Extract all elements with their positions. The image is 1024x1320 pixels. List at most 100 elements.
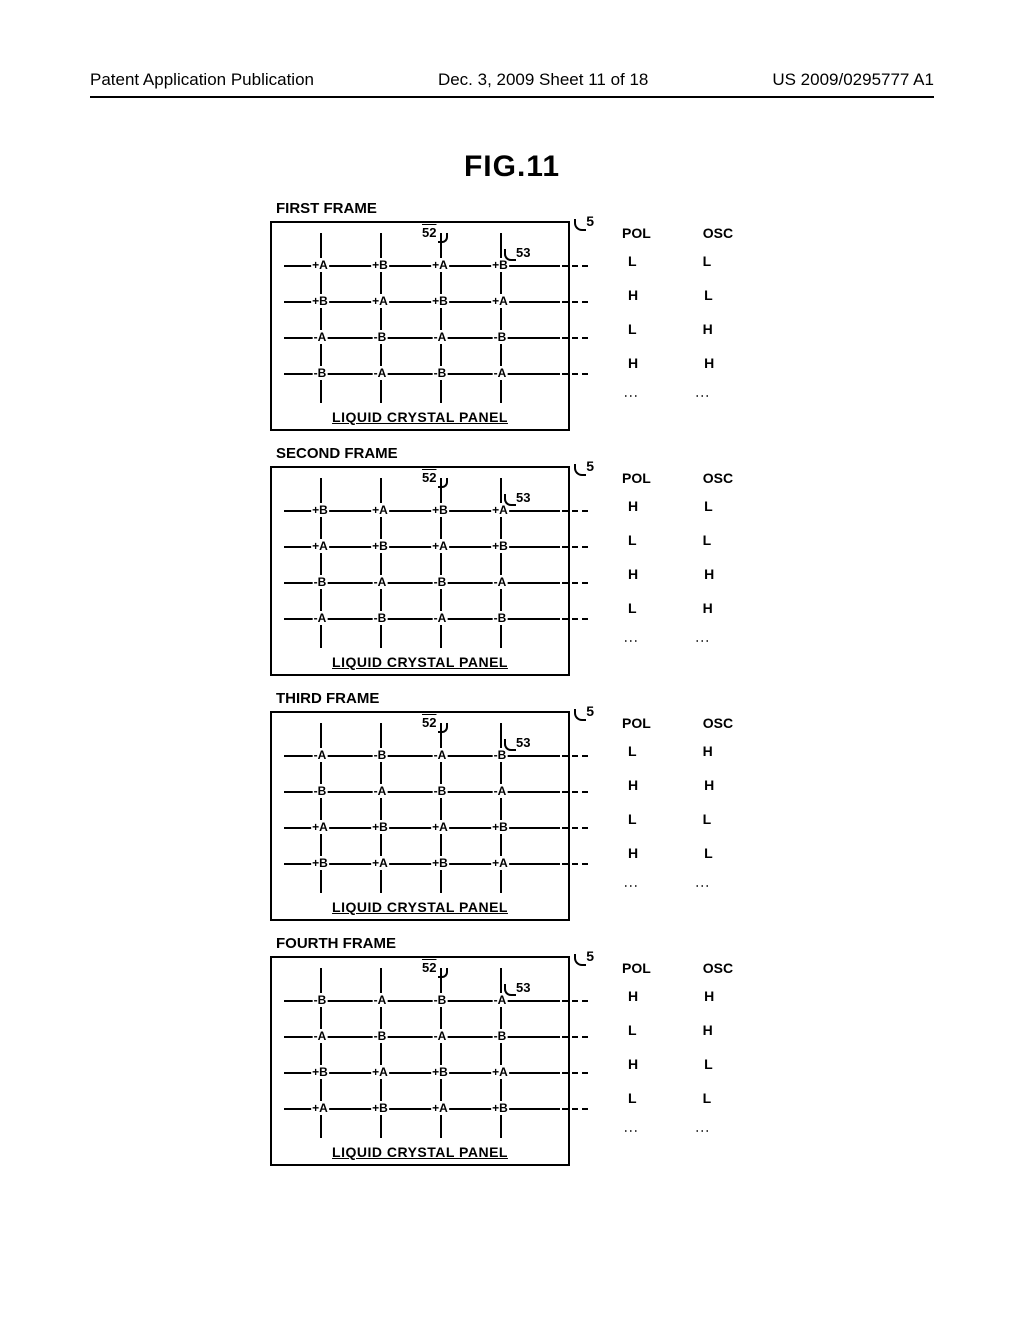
grid-cell: +B <box>371 820 389 834</box>
grid-cell: +B <box>371 539 389 553</box>
pol-header: POL <box>622 960 651 976</box>
osc-value: L <box>703 1090 712 1106</box>
grid-cell: +A <box>431 820 449 834</box>
grid-cell: -A <box>433 748 448 762</box>
grid-cell: -A <box>433 611 448 625</box>
grid-cell: -B <box>493 1029 508 1043</box>
panel-caption: LIQUID CRYSTAL PANEL <box>272 409 568 425</box>
pol-osc-row: HH <box>628 355 768 371</box>
hline-continuation <box>562 863 588 865</box>
grid-cell: +A <box>371 1065 389 1079</box>
lcd-panel: -B-A-B-A-A-B-A-B+B+A+B+A+A+B+A+B5253LIQU… <box>270 956 570 1166</box>
grid-cell: +A <box>431 1101 449 1115</box>
hline-continuation <box>562 791 588 793</box>
hline-continuation <box>562 1036 588 1038</box>
frame-title: FOURTH FRAME <box>276 935 830 952</box>
panel-caption: LIQUID CRYSTAL PANEL <box>272 1144 568 1160</box>
pol-osc-row: LH <box>628 600 768 616</box>
grid-cell: -A <box>373 366 388 380</box>
osc-value: H <box>704 355 714 371</box>
grid-cell: +B <box>311 294 329 308</box>
grid-cell: -A <box>373 993 388 1007</box>
pol-osc-table: POLOSCHLLLHHLH⋮⋮ <box>618 470 768 646</box>
grid-cell: +A <box>311 539 329 553</box>
header-left: Patent Application Publication <box>90 70 314 90</box>
grid-cell: -A <box>313 748 328 762</box>
header-rule <box>90 96 934 98</box>
header-right: US 2009/0295777 A1 <box>772 70 934 90</box>
lcd-panel: +B+A+B+A+A+B+A+B-B-A-B-A-A-B-A-B5253LIQU… <box>270 466 570 676</box>
grid-cell: -A <box>373 575 388 589</box>
grid-cell: +A <box>431 258 449 272</box>
continuation-dots: ⋮⋮ <box>628 634 768 646</box>
pol-osc-row: LL <box>628 1090 768 1106</box>
grid-cell: -B <box>493 611 508 625</box>
hline-continuation <box>562 301 588 303</box>
grid-cell: +B <box>431 503 449 517</box>
pol-osc-row: HL <box>628 287 768 303</box>
grid-cell: +A <box>491 856 509 870</box>
grid-cell: -B <box>433 366 448 380</box>
grid-cell: -A <box>433 330 448 344</box>
grid-cell: -B <box>313 575 328 589</box>
grid-cell: +B <box>491 539 509 553</box>
osc-value: H <box>703 321 713 337</box>
ref-53: 53 <box>516 735 530 750</box>
pol-osc-row: LL <box>628 811 768 827</box>
osc-header: OSC <box>703 225 733 241</box>
grid-cell: -A <box>433 1029 448 1043</box>
grid-cell: +A <box>311 258 329 272</box>
ref-5: 5 <box>586 213 594 229</box>
grid-cell: -B <box>373 748 388 762</box>
pol-osc-row: LL <box>628 253 768 269</box>
pol-value: H <box>628 287 638 303</box>
grid-cell: +A <box>491 1065 509 1079</box>
pol-value: H <box>628 845 638 861</box>
ref-52: 52 <box>422 470 436 485</box>
frame-row: 5+A+B+A+B+B+A+B+A-A-B-A-B-B-A-B-A5253LIQ… <box>270 221 830 431</box>
grid-cell: +A <box>371 503 389 517</box>
osc-value: L <box>703 253 712 269</box>
hline-continuation <box>562 373 588 375</box>
lcd-panel: -A-B-A-B-B-A-B-A+A+B+A+B+B+A+B+A5253LIQU… <box>270 711 570 921</box>
pol-value: L <box>628 253 637 269</box>
pol-osc-header: POLOSC <box>622 225 768 241</box>
ref-52: 52 <box>422 960 436 975</box>
osc-value: H <box>704 988 714 1004</box>
pol-osc-row: HL <box>628 1056 768 1072</box>
grid-cell: -B <box>373 611 388 625</box>
grid-cell: +A <box>371 294 389 308</box>
pol-value: H <box>628 355 638 371</box>
grid-cell: -A <box>493 366 508 380</box>
pol-osc-header: POLOSC <box>622 715 768 731</box>
grid-cell: -B <box>433 993 448 1007</box>
pol-osc-header: POLOSC <box>622 960 768 976</box>
hline-continuation <box>562 755 588 757</box>
panel-wrap: 5-A-B-A-B-B-A-B-A+A+B+A+B+B+A+B+A5253LIQ… <box>270 711 570 921</box>
ref-53: 53 <box>516 490 530 505</box>
pol-value: L <box>628 321 637 337</box>
grid-cell: +B <box>491 820 509 834</box>
frame-title: FIRST FRAME <box>276 200 830 217</box>
ref-52: 52 <box>422 715 436 730</box>
hline-continuation <box>562 827 588 829</box>
grid-cell: -B <box>313 784 328 798</box>
osc-value: L <box>704 845 713 861</box>
hline-continuation <box>562 546 588 548</box>
grid-cell: -A <box>373 784 388 798</box>
grid-cell: -A <box>493 784 508 798</box>
osc-value: L <box>703 811 712 827</box>
ref-53: 53 <box>516 245 530 260</box>
grid-cell: +B <box>371 258 389 272</box>
grid-cell: -B <box>313 366 328 380</box>
panel-caption: LIQUID CRYSTAL PANEL <box>272 899 568 915</box>
pol-osc-table: POLOSCLHHHLLHL⋮⋮ <box>618 715 768 891</box>
pol-osc-row: LH <box>628 743 768 759</box>
pol-osc-row: HL <box>628 845 768 861</box>
pol-value: L <box>628 600 637 616</box>
pol-osc-row: LH <box>628 321 768 337</box>
ref-5: 5 <box>586 948 594 964</box>
pol-header: POL <box>622 470 651 486</box>
osc-value: L <box>704 1056 713 1072</box>
hline-continuation <box>562 582 588 584</box>
